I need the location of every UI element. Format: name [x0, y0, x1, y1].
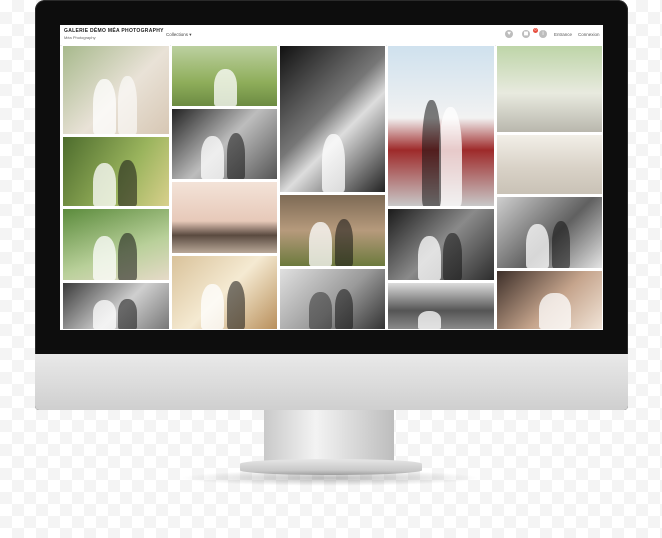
photo-5[interactable]	[171, 45, 278, 107]
photo-3[interactable]	[62, 208, 170, 281]
photo-15[interactable]	[496, 45, 603, 133]
stand-shadow	[180, 470, 480, 486]
gallery-header: GALERIE DÉMO MÉA PHOTOGRAPHY Méa Photogr…	[60, 25, 603, 46]
heart-icon[interactable]: ♥	[505, 30, 513, 38]
photo-6[interactable]	[171, 108, 278, 180]
cart-icon[interactable]: ◼	[522, 30, 530, 38]
collections-menu[interactable]: Collections ▾	[166, 32, 192, 38]
nav-entrance[interactable]: Entrance	[554, 32, 572, 37]
monitor-stand-neck	[264, 410, 394, 462]
brand-subtitle: Méa Photography	[64, 35, 96, 40]
photo-9[interactable]	[279, 45, 386, 193]
photo-12[interactable]	[387, 45, 495, 207]
photo-11[interactable]	[279, 268, 386, 330]
photo-4[interactable]	[62, 282, 170, 330]
photo-1[interactable]	[62, 45, 170, 135]
nav-connexion[interactable]: Connexion	[578, 32, 600, 37]
photo-13[interactable]	[387, 208, 495, 281]
photo-16[interactable]	[496, 134, 603, 195]
photo-8[interactable]	[171, 255, 278, 330]
brand-title: GALERIE DÉMO MÉA PHOTOGRAPHY	[64, 28, 164, 34]
photo-grid	[60, 45, 603, 330]
photo-18[interactable]	[496, 270, 603, 330]
photo-7[interactable]	[171, 181, 278, 254]
info-icon[interactable]: i	[539, 30, 547, 38]
photo-10[interactable]	[279, 194, 386, 267]
photo-14[interactable]	[387, 282, 495, 330]
screen: GALERIE DÉMO MÉA PHOTOGRAPHY Méa Photogr…	[60, 25, 603, 330]
photo-2[interactable]	[62, 136, 170, 207]
photo-17[interactable]	[496, 196, 603, 269]
imac-monitor: GALERIE DÉMO MÉA PHOTOGRAPHY Méa Photogr…	[35, 0, 628, 410]
cart-count-badge: 0	[533, 28, 538, 33]
monitor-chin	[35, 354, 628, 410]
